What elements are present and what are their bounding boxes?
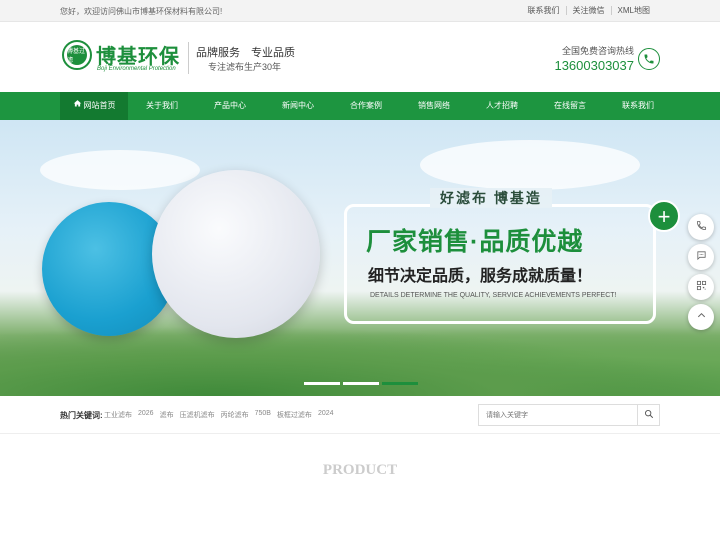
hot-keywords-label: 热门关键词: (60, 411, 103, 420)
welcome-text: 您好，欢迎访问佛山市博基环保材料有限公司! (60, 7, 223, 16)
section-title: PRODUCT (322, 462, 398, 478)
nav-item-contact[interactable]: 联系我们 (604, 92, 672, 120)
nav-item-products[interactable]: 产品中心 (196, 92, 264, 120)
hotline-number[interactable]: 13600303037 (554, 58, 634, 73)
keyword-link[interactable]: 2026 (138, 410, 154, 420)
chat-icon (696, 248, 707, 266)
keyword-link[interactable]: 板框过滤布 (277, 410, 312, 420)
banner-tagline: 好滤布 博基造 (430, 188, 552, 208)
white-filter-cloth-image (152, 170, 320, 338)
home-icon (73, 92, 82, 120)
banner-plus-icon: + (648, 200, 680, 232)
top-link-wechat[interactable]: 关注微信 (565, 6, 611, 15)
keyword-search-row: 热门关键词: 工业滤布 2026 滤布 压滤机滤布 丙纶滤布 750B 板框过滤… (0, 396, 720, 434)
keyword-link[interactable]: 工业滤布 (104, 410, 132, 420)
top-link-contact[interactable]: 联系我们 (522, 6, 566, 15)
keyword-link[interactable]: 压滤机滤布 (180, 410, 215, 420)
search-input[interactable] (479, 405, 637, 425)
hero-banner[interactable]: 好滤布 博基造 厂家销售·品质优越 细节决定品质，服务成就质量！ DETAILS… (0, 120, 720, 396)
header: 博基过滤 博基环保 Boji Environmental Protection … (0, 22, 720, 92)
search-box (478, 404, 660, 426)
search-button[interactable] (637, 405, 659, 425)
slogan-line-1: 品牌服务 专业品质 (196, 47, 295, 59)
logo-emblem[interactable]: 博基过滤 (62, 40, 92, 70)
float-phone-button[interactable] (688, 214, 714, 240)
nav-item-news[interactable]: 新闻中心 (264, 92, 332, 120)
nav-item-cases[interactable]: 合作案例 (332, 92, 400, 120)
logo-badge: 博基过滤 (67, 45, 87, 65)
nav-item-sales-network[interactable]: 销售网络 (400, 92, 468, 120)
slider-dot-2[interactable] (343, 382, 379, 385)
phone-icon (696, 218, 707, 236)
nav-item-message[interactable]: 在线留言 (536, 92, 604, 120)
main-nav: 网站首页 关于我们 产品中心 新闻中心 合作案例 销售网络 人才招聘 在线留言 … (0, 92, 720, 120)
float-top-button[interactable] (688, 304, 714, 330)
logo-divider (188, 42, 189, 74)
floating-toolbar (688, 214, 714, 330)
keyword-link[interactable]: 750B (255, 410, 271, 420)
slider-dot-1[interactable] (304, 382, 340, 385)
landscape-hills (0, 326, 720, 396)
slogan-line-2: 专注滤布生产30年 (208, 62, 282, 72)
float-qrcode-button[interactable] (688, 274, 714, 300)
product-section: PRODUCT (0, 434, 720, 540)
cloud-decoration (40, 150, 200, 190)
nav-item-about[interactable]: 关于我们 (128, 92, 196, 120)
banner-english: DETAILS DETERMINE THE QUALITY, SERVICE A… (370, 292, 617, 299)
keyword-link[interactable]: 滤布 (160, 410, 174, 420)
logo-subtitle: Boji Environmental Protection (97, 66, 176, 72)
nav-item-home[interactable]: 网站首页 (60, 92, 128, 120)
hot-keywords-list: 工业滤布 2026 滤布 压滤机滤布 丙纶滤布 750B 板框过滤布 2024 (104, 410, 334, 420)
banner-headline: 厂家销售·品质优越 (366, 228, 584, 256)
banner-subline: 细节决定品质，服务成就质量！ (368, 268, 593, 285)
hotline-label: 全国免费咨询热线 (561, 46, 634, 56)
float-chat-button[interactable] (688, 244, 714, 270)
keyword-link[interactable]: 丙纶滤布 (221, 410, 249, 420)
search-icon (644, 406, 654, 424)
top-links: 联系我们 关注微信 XML地图 (522, 6, 656, 15)
qrcode-icon (696, 278, 707, 296)
top-bar: 您好，欢迎访问佛山市博基环保材料有限公司! 联系我们 关注微信 XML地图 (0, 0, 720, 22)
phone-icon (638, 48, 660, 70)
nav-item-jobs[interactable]: 人才招聘 (468, 92, 536, 120)
top-link-sitemap[interactable]: XML地图 (610, 6, 656, 15)
keyword-link[interactable]: 2024 (318, 410, 334, 420)
logo-title[interactable]: 博基环保 (96, 40, 180, 69)
cloud-decoration (420, 140, 640, 190)
back-to-top-icon (696, 308, 707, 326)
slider-dots (304, 382, 418, 385)
slider-dot-3[interactable] (382, 382, 418, 385)
nav-label-home: 网站首页 (83, 101, 116, 111)
